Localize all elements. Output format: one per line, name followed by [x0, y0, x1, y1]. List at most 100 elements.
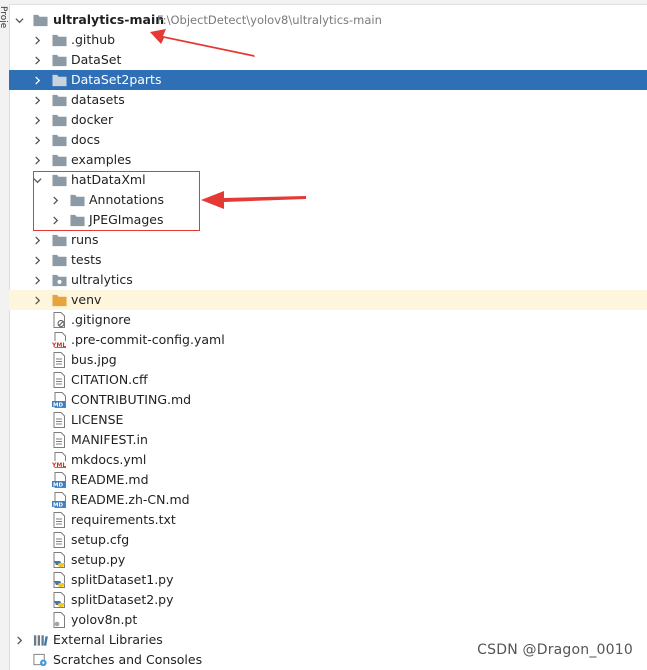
- item-label: .github: [71, 32, 116, 47]
- chevron-right-icon[interactable]: [31, 110, 43, 130]
- chevron-right-icon[interactable]: [31, 270, 43, 290]
- tree-row-requirements[interactable]: requirements.txt: [9, 510, 647, 530]
- item-label: yolov8n.pt: [71, 612, 138, 627]
- root-folder-path: F:\ObjectDetect\yolov8\ultralytics-main: [157, 13, 382, 27]
- markdown-icon: MD: [52, 492, 66, 509]
- folder-icon: [52, 34, 67, 47]
- item-label: mkdocs.yml: [71, 452, 147, 467]
- item-label: CONTRIBUTING.md: [71, 392, 192, 407]
- ignore-file-icon: [53, 312, 65, 328]
- folder-icon: [70, 214, 85, 227]
- tree-row-split1[interactable]: splitDataset1.py: [9, 570, 647, 590]
- item-label: docker: [71, 112, 114, 127]
- tree-row-setuppy[interactable]: setup.py: [9, 550, 647, 570]
- chevron-down-icon[interactable]: [13, 10, 25, 30]
- chevron-right-icon[interactable]: [31, 90, 43, 110]
- folder-icon: [52, 134, 67, 147]
- chevron-right-icon[interactable]: [31, 50, 43, 70]
- item-label: .gitignore: [71, 312, 131, 327]
- tree-row-jpegimages[interactable]: JPEGImages: [9, 210, 647, 230]
- tree-row-busjpg[interactable]: bus.jpg: [9, 350, 647, 370]
- tree-row-precommit[interactable]: YML .pre-commit-config.yaml: [9, 330, 647, 350]
- file-icon: [53, 532, 65, 548]
- tree-row-split2[interactable]: splitDataset2.py: [9, 590, 647, 610]
- svg-text:MD: MD: [53, 483, 63, 489]
- tree-row-dataset[interactable]: DataSet: [9, 50, 647, 70]
- tree-row-docker[interactable]: docker: [9, 110, 647, 130]
- tree-row-root[interactable]: ultralytics-main F:\ObjectDetect\yolov8\…: [9, 10, 647, 30]
- tree-row-yolov8n[interactable]: yolov8n.pt: [9, 610, 647, 630]
- item-label: JPEGImages: [89, 212, 164, 227]
- tree-row-license[interactable]: LICENSE: [9, 410, 647, 430]
- item-label: requirements.txt: [71, 512, 176, 527]
- chevron-right-icon[interactable]: [31, 290, 43, 310]
- file-icon: [53, 612, 65, 628]
- package-folder-icon: [52, 274, 67, 287]
- tree-row-venv[interactable]: venv: [9, 290, 647, 310]
- folder-icon: [33, 14, 48, 27]
- tree-row-setupcfg[interactable]: setup.cfg: [9, 530, 647, 550]
- folder-icon: [52, 294, 67, 307]
- chevron-right-icon[interactable]: [31, 130, 43, 150]
- chevron-right-icon[interactable]: [49, 210, 61, 230]
- chevron-right-icon[interactable]: [49, 190, 61, 210]
- tree-row-manifest[interactable]: MANIFEST.in: [9, 430, 647, 450]
- markdown-icon: MD: [52, 392, 66, 409]
- item-label: runs: [71, 232, 99, 247]
- tree-row-runs[interactable]: runs: [9, 230, 647, 250]
- item-label: DataSet: [71, 52, 122, 67]
- tree-row-annotations[interactable]: Annotations: [9, 190, 647, 210]
- svg-text:YML: YML: [52, 462, 66, 468]
- tree-row-ultralytics[interactable]: ultralytics: [9, 270, 647, 290]
- item-label: splitDataset2.py: [71, 592, 174, 607]
- svg-text:YML: YML: [52, 342, 66, 348]
- tree-row-datasets[interactable]: datasets: [9, 90, 647, 110]
- tree-row-github[interactable]: .github: [9, 30, 647, 50]
- library-icon: [33, 635, 48, 646]
- file-icon: [53, 412, 65, 428]
- project-tool-label[interactable]: Proje: [0, 6, 8, 28]
- item-label: docs: [71, 132, 100, 147]
- folder-icon: [70, 194, 85, 207]
- tree-row-gitignore[interactable]: .gitignore: [9, 310, 647, 330]
- item-label: LICENSE: [71, 412, 124, 427]
- tree-row-readme-zh[interactable]: MD README.zh-CN.md: [9, 490, 647, 510]
- item-label: External Libraries: [53, 632, 163, 647]
- item-label: ultralytics: [71, 272, 133, 287]
- tree-row-hatdataxml[interactable]: hatDataXml: [9, 170, 647, 190]
- chevron-right-icon[interactable]: [31, 70, 43, 90]
- tree-row-docs[interactable]: docs: [9, 130, 647, 150]
- item-label: hatDataXml: [71, 172, 146, 187]
- yaml-icon: YML: [52, 332, 67, 348]
- svg-text:MD: MD: [53, 403, 63, 409]
- tree-row-mkdocs[interactable]: YML mkdocs.yml: [9, 450, 647, 470]
- tree-row-tests[interactable]: tests: [9, 250, 647, 270]
- chevron-down-icon[interactable]: [31, 170, 43, 190]
- chevron-right-icon[interactable]: [31, 250, 43, 270]
- item-label: setup.cfg: [71, 532, 130, 547]
- item-label: .pre-commit-config.yaml: [71, 332, 225, 347]
- folder-icon: [52, 94, 67, 107]
- item-label: bus.jpg: [71, 352, 117, 367]
- root-folder-name: ultralytics-main: [53, 12, 165, 27]
- python-icon: [53, 592, 65, 608]
- watermark-text: CSDN @Dragon_0010: [477, 642, 633, 658]
- chevron-right-icon[interactable]: [31, 30, 43, 50]
- tree-row-contributing[interactable]: MD CONTRIBUTING.md: [9, 390, 647, 410]
- item-label: CITATION.cff: [71, 372, 148, 387]
- chevron-right-icon[interactable]: [31, 230, 43, 250]
- tree-row-readme[interactable]: MD README.md: [9, 470, 647, 490]
- toolbar-edge: [9, 0, 647, 5]
- chevron-right-icon[interactable]: [13, 630, 25, 650]
- item-label: README.md: [71, 472, 149, 487]
- file-icon: [53, 512, 65, 528]
- project-tree: ultralytics-main F:\ObjectDetect\yolov8\…: [9, 10, 647, 670]
- tree-row-dataset2parts[interactable]: DataSet2parts: [9, 70, 647, 90]
- svg-text:MD: MD: [53, 503, 63, 509]
- folder-icon: [52, 74, 67, 87]
- chevron-right-icon[interactable]: [31, 150, 43, 170]
- tree-row-citation[interactable]: CITATION.cff: [9, 370, 647, 390]
- item-label: venv: [71, 292, 102, 307]
- item-label: tests: [71, 252, 102, 267]
- tree-row-examples[interactable]: examples: [9, 150, 647, 170]
